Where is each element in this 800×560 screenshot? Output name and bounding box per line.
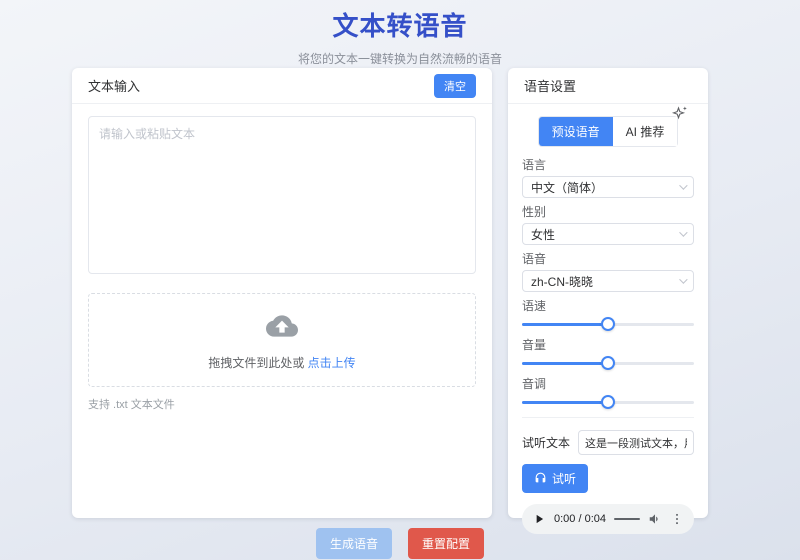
text-input-textarea[interactable]: [88, 116, 476, 274]
reset-config-button[interactable]: 重置配置: [408, 528, 485, 559]
speaker-icon[interactable]: [648, 512, 662, 526]
gender-select[interactable]: 女性: [522, 223, 694, 245]
pitch-label: 音调: [522, 377, 547, 391]
listen-button[interactable]: 试听: [522, 464, 589, 493]
tab-ai-recommend[interactable]: AI 推荐: [612, 117, 678, 146]
volume-slider[interactable]: [522, 356, 694, 370]
slider-fill: [522, 362, 608, 365]
pitch-slider-group: 音调: [522, 378, 694, 409]
divider: [522, 417, 694, 418]
slider-thumb[interactable]: [601, 356, 615, 370]
page-title: 文本转语音: [332, 11, 468, 41]
kebab-menu-icon[interactable]: [670, 512, 684, 526]
voice-mode-tabs: 预设语音 AI 推荐: [537, 106, 688, 147]
preview-text-input[interactable]: [578, 430, 694, 455]
listen-button-label: 试听: [552, 472, 577, 486]
slider-thumb[interactable]: [601, 395, 615, 409]
slider-thumb[interactable]: [601, 317, 615, 331]
preview-text-label: 试听文本: [522, 436, 571, 450]
voice-settings-panel-header: 语音设置: [508, 68, 708, 104]
play-icon[interactable]: [532, 512, 546, 526]
page-header: 文本转语音 将您的文本一键转换为自然流畅的语音: [0, 0, 800, 67]
page-subtitle: 将您的文本一键转换为自然流畅的语音: [297, 52, 502, 66]
speed-slider[interactable]: [522, 317, 694, 331]
text-input-panel-body: 拖拽文件到此处或 点击上传 支持 .txt 文本文件: [72, 104, 492, 424]
voice-select-value: zh-CN-晓晓: [531, 274, 593, 289]
text-input-panel-header: 文本输入 清空: [72, 68, 492, 104]
speed-label: 语速: [522, 299, 547, 313]
language-select[interactable]: 中文（简体）: [522, 176, 694, 198]
text-input-panel-title: 文本输入: [88, 79, 141, 94]
audio-time: 0:00 / 0:04: [554, 513, 606, 525]
slider-fill: [522, 401, 608, 404]
voice-label: 语音: [522, 252, 547, 266]
generate-voice-button[interactable]: 生成语音: [315, 528, 392, 559]
gender-label: 性别: [522, 205, 547, 219]
voice-settings-panel-title: 语音设置: [524, 79, 577, 94]
language-select-value: 中文（简体）: [531, 180, 604, 195]
chevron-down-icon: [679, 181, 688, 190]
cloud-upload-icon: [262, 310, 302, 347]
voice-select[interactable]: zh-CN-晓晓: [522, 270, 694, 292]
chevron-down-icon: [679, 275, 688, 284]
text-input-panel: 文本输入 清空 拖拽文件到此处或 点击上传 支持 .txt 文本文件: [72, 68, 492, 518]
chevron-down-icon: [679, 228, 688, 237]
voice-settings-panel-body: 预设语音 AI 推荐 语言 中文（简体） 性别 女性 语音 zh-CN-晓晓 语…: [508, 104, 708, 542]
footer-actions: 生成语音 重置配置: [0, 528, 800, 559]
headphones-icon: [534, 471, 547, 487]
supported-file-note: 支持 .txt 文本文件: [88, 399, 175, 411]
tab-preset-voice[interactable]: 预设语音: [538, 117, 613, 146]
gender-select-value: 女性: [531, 227, 556, 242]
sparkles-icon: [671, 105, 689, 128]
upload-click-link[interactable]: 点击上传: [308, 356, 356, 370]
audio-progress-bar[interactable]: [614, 518, 640, 520]
preview-text-row: 试听文本: [522, 430, 694, 455]
file-dropzone[interactable]: 拖拽文件到此处或 点击上传: [88, 293, 476, 387]
clear-button[interactable]: 清空: [434, 73, 476, 98]
volume-label: 音量: [522, 338, 547, 352]
language-field: 语言 中文（简体）: [522, 159, 694, 198]
speed-slider-group: 语速: [522, 300, 694, 331]
language-label: 语言: [522, 158, 547, 172]
gender-field: 性别 女性: [522, 206, 694, 245]
volume-slider-group: 音量: [522, 339, 694, 370]
upload-drag-text: 拖拽文件到此处或: [208, 355, 305, 370]
voice-field: 语音 zh-CN-晓晓: [522, 253, 694, 292]
voice-settings-panel: 语音设置 预设语音 AI 推荐 语言 中文（简体） 性别 女性 语音 zh-CN…: [508, 68, 708, 534]
slider-fill: [522, 323, 608, 326]
pitch-slider[interactable]: [522, 395, 694, 409]
upload-hint: 拖拽文件到此处或 点击上传: [208, 354, 355, 371]
